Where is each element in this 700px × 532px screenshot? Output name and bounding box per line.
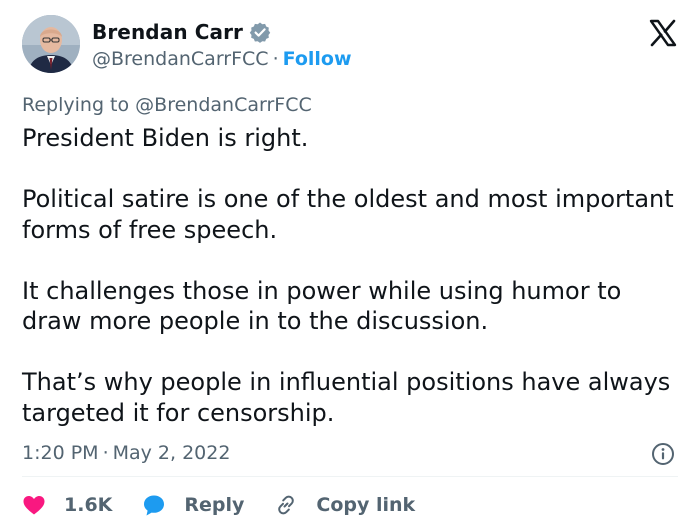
verified-badge-icon — [249, 21, 271, 43]
link-icon — [274, 493, 298, 517]
author-handle[interactable]: @BrendanCarrFCC — [92, 48, 269, 70]
author-handle-row: @BrendanCarrFCC · Follow — [92, 48, 352, 70]
reply-context: Replying to @BrendanCarrFCC — [22, 94, 312, 116]
tweet-paragraph: It challenges those in power while using… — [22, 276, 622, 336]
action-bar: 1.6K Reply Copy link — [22, 490, 445, 520]
info-icon[interactable] — [651, 442, 675, 466]
copy-link-label: Copy link — [316, 494, 416, 516]
tweet-paragraph: Political satire is one of the oldest an… — [22, 185, 674, 244]
avatar[interactable] — [22, 15, 80, 73]
reply-context-mention[interactable]: @BrendanCarrFCC — [135, 94, 312, 116]
tweet-timestamp[interactable]: 1:20 PM · May 2, 2022 — [22, 442, 230, 464]
author-display-name[interactable]: Brendan Carr — [92, 20, 243, 44]
like-count: 1.6K — [64, 494, 113, 516]
divider — [22, 476, 678, 477]
separator-dot: · — [102, 442, 109, 464]
tweet-text: President Biden is right. Political sati… — [22, 123, 682, 428]
reply-label: Reply — [184, 494, 245, 516]
author-name-row: Brendan Carr — [92, 20, 271, 44]
reply-bubble-icon — [142, 493, 166, 517]
tweet-time: 1:20 PM — [22, 442, 99, 464]
heart-icon — [22, 493, 46, 517]
tweet-card: Brendan Carr @BrendanCarrFCC · Follow Repl… — [0, 0, 700, 532]
x-logo-icon[interactable] — [648, 18, 678, 48]
tweet-date: May 2, 2022 — [112, 442, 231, 464]
reply-context-prefix: Replying to — [22, 94, 130, 116]
tweet-paragraph: President Biden is right. — [22, 124, 309, 152]
avatar-image — [22, 15, 80, 73]
like-button[interactable]: 1.6K — [22, 493, 112, 517]
separator-dot: · — [272, 48, 279, 70]
copy-link-button[interactable]: Copy link — [274, 493, 415, 517]
follow-button[interactable]: Follow — [283, 48, 352, 70]
tweet-paragraph: That’s why people in influential positio… — [22, 368, 671, 427]
reply-button[interactable]: Reply — [142, 493, 244, 517]
